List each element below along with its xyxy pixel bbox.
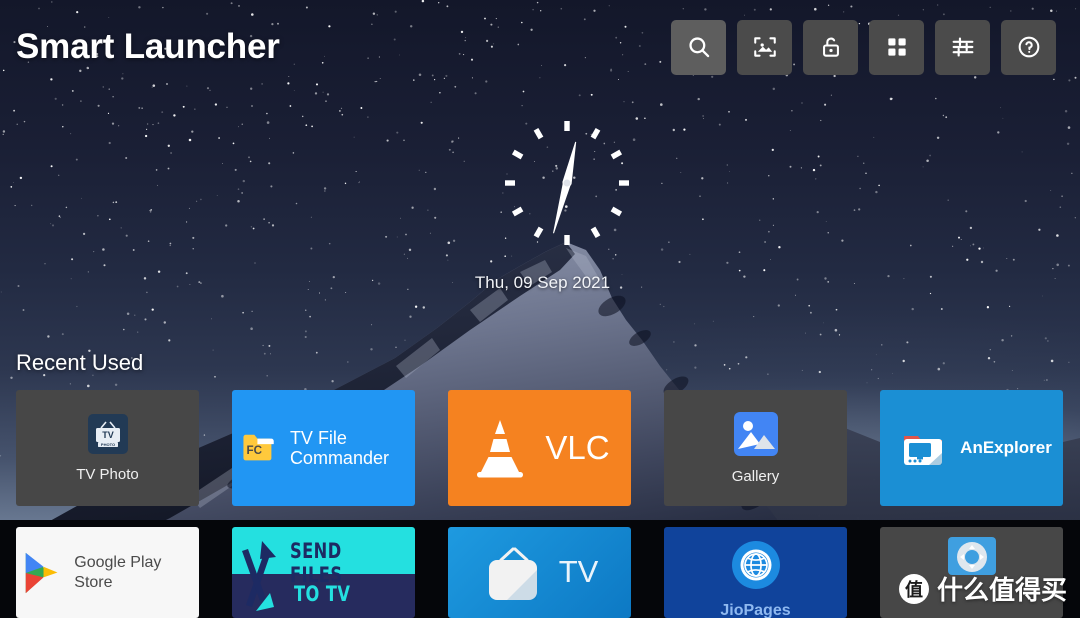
gallery-photo-icon xyxy=(733,411,778,456)
retro-tv-icon xyxy=(488,547,537,600)
svg-text:TV: TV xyxy=(102,430,114,440)
recent-used-label: Recent Used xyxy=(16,350,144,375)
tile-label: Google Play Store xyxy=(74,554,162,591)
top-icon-bar xyxy=(671,19,1056,75)
play-store-icon xyxy=(25,552,58,593)
tile-label: VLC xyxy=(545,428,610,466)
app-tile-tv[interactable]: TV xyxy=(448,527,631,618)
apps-grid-icon xyxy=(887,38,906,56)
settings-sliders-icon xyxy=(952,37,973,57)
app-title: Smart Launcher xyxy=(16,27,280,66)
lock-icon-button[interactable] xyxy=(803,19,858,75)
app-tile-tv-photo[interactable]: TV PHOTO TV Photo xyxy=(16,390,199,506)
send-files-line1: SEND FILES xyxy=(290,539,343,587)
globe-icon xyxy=(731,541,780,589)
clock-widget: Thu, 09 Sep 2021 xyxy=(440,108,645,320)
tile-label: TV xyxy=(558,554,599,590)
wallpaper-icon-button[interactable] xyxy=(737,19,792,75)
app-tile-gallery[interactable]: Gallery xyxy=(664,390,847,506)
tv-photo-icon: TV PHOTO xyxy=(87,413,128,454)
watermark-badge: 值 xyxy=(899,573,929,604)
app-tile-google-play-store[interactable]: Google Play Store xyxy=(16,527,199,618)
tile-label: Gallery xyxy=(731,467,780,485)
app-tile-tv-file-commander[interactable]: FC TV File Commander xyxy=(232,390,415,506)
app-tile-anexplorer[interactable]: AnExplorer xyxy=(880,390,1063,506)
lock-icon xyxy=(822,37,839,57)
watermark-text: 什么值得买 xyxy=(937,575,1068,605)
watermark: 值 什么值得买 xyxy=(899,570,1067,607)
app-tile-send-files-to-tv[interactable]: SEND FILES TO TV xyxy=(232,527,415,618)
vlc-cone-icon xyxy=(477,420,524,478)
tile-label: TV Photo xyxy=(76,465,139,483)
help-icon xyxy=(1018,36,1039,58)
wallpaper-icon xyxy=(753,37,776,57)
clock-date: Thu, 09 Sep 2021 xyxy=(474,273,611,292)
apps-grid-icon-button[interactable] xyxy=(869,19,924,75)
settings-sliders-icon-button[interactable] xyxy=(935,19,990,75)
search-icon xyxy=(688,37,709,58)
recent-row-1: TV PHOTO TV Photo FC TV File Commander V… xyxy=(16,390,1063,506)
svg-text:PHOTO: PHOTO xyxy=(100,442,114,447)
anexplorer-icon xyxy=(904,436,943,465)
fc-folder-icon: FC xyxy=(243,434,274,461)
send-files-arrows-icon xyxy=(242,541,276,611)
tile-label: AnExplorer xyxy=(960,438,1052,458)
analog-clock-face xyxy=(505,121,629,245)
app-tile-jiopages[interactable]: JioPages xyxy=(664,527,847,618)
help-icon-button[interactable] xyxy=(1001,19,1056,75)
app-tile-vlc[interactable]: VLC xyxy=(448,390,631,506)
svg-text:FC: FC xyxy=(247,444,263,457)
tile-label: JioPages xyxy=(720,602,791,618)
top-bar: Smart Launcher xyxy=(0,0,1080,94)
tile-label: TV File Commander xyxy=(289,427,389,468)
search-icon-button[interactable] xyxy=(671,19,726,75)
send-files-line2: TO TV xyxy=(294,582,351,606)
